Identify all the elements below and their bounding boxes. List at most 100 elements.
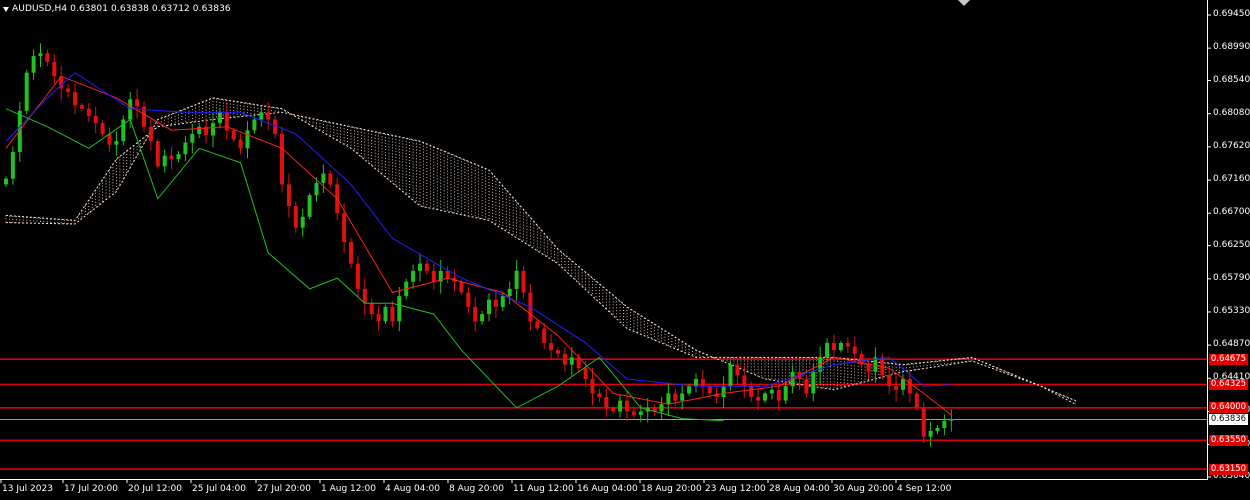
time-axis-label: 20 Jul 12:00	[128, 484, 182, 494]
candle	[914, 391, 919, 411]
time-axis-label: 27 Jul 20:00	[257, 484, 311, 494]
candle	[742, 364, 747, 399]
candle	[10, 146, 15, 185]
candle	[31, 49, 36, 80]
candle	[604, 388, 609, 417]
candle	[694, 373, 698, 393]
candle	[756, 388, 761, 410]
candle	[811, 364, 816, 402]
kijun-line	[5, 72, 952, 387]
candle	[38, 43, 43, 68]
candle	[721, 376, 726, 408]
candle	[832, 334, 836, 360]
horizontal-levels	[0, 358, 1208, 470]
current-price-tag: 0.63836	[1209, 414, 1248, 426]
cloud-span-b	[5, 97, 1076, 402]
level-tag: 0.64675	[1209, 353, 1248, 365]
candle	[4, 176, 8, 187]
time-axis-label: 4 Sep 12:00	[897, 484, 952, 494]
time-axis-label: 11 Aug 12:00	[513, 484, 574, 494]
time-axis-label: 8 Aug 20:00	[449, 484, 504, 494]
candle	[597, 388, 602, 403]
time-axis-label: 4 Aug 04:00	[385, 484, 440, 494]
candle	[79, 102, 84, 112]
candle	[804, 375, 809, 398]
candle	[424, 259, 429, 276]
candle	[659, 396, 664, 420]
candle	[273, 115, 278, 139]
candle	[93, 106, 98, 134]
time-axis-label: 25 Jul 04:00	[192, 484, 246, 494]
chart-title: AUDUSD,H4 0.63801 0.63838 0.63712 0.6383…	[3, 2, 231, 15]
price-axis-label: 0.68990	[1213, 42, 1250, 53]
candle	[666, 382, 671, 417]
candle	[259, 105, 264, 127]
candle	[838, 340, 843, 353]
candle	[383, 304, 388, 324]
candle	[45, 49, 50, 67]
price-axis-label: 0.68080	[1213, 107, 1250, 118]
candle	[935, 424, 940, 435]
candle	[859, 350, 864, 368]
time-axis-label: 18 Aug 20:00	[641, 484, 702, 494]
candle	[355, 256, 360, 297]
candle	[480, 311, 485, 325]
candle	[369, 298, 374, 320]
candle	[321, 164, 326, 193]
level-tag: 0.63550	[1209, 434, 1248, 446]
candle	[24, 69, 29, 115]
candle	[52, 54, 57, 85]
candle	[73, 83, 77, 115]
candle	[487, 293, 491, 322]
candle	[949, 409, 954, 432]
candle	[148, 118, 153, 151]
candle	[921, 402, 926, 443]
candle	[618, 394, 623, 418]
candle	[293, 201, 298, 233]
price-axis-label: 0.67160	[1213, 174, 1250, 185]
candle	[521, 266, 526, 298]
candle	[107, 127, 112, 152]
candle	[556, 347, 560, 358]
ohlc-values: 0.63801 0.63838 0.63712 0.63836	[70, 3, 231, 14]
candle	[397, 287, 402, 332]
candle	[514, 260, 519, 301]
candle	[894, 375, 899, 402]
candle	[142, 101, 146, 132]
candle	[376, 305, 381, 331]
price-axis-label: 0.65790	[1213, 272, 1250, 283]
candle	[100, 120, 105, 138]
candle	[238, 134, 243, 155]
price-axis-label: 0.68540	[1213, 74, 1250, 85]
time-axis-label: 17 Jul 20:00	[64, 484, 118, 494]
candle	[611, 405, 616, 414]
candle	[390, 301, 395, 328]
candle	[562, 347, 567, 372]
candle	[176, 151, 181, 163]
symbol-label: AUDUSD,H4	[12, 3, 68, 14]
time-axis-label: 30 Aug 20:00	[833, 484, 894, 494]
candle	[887, 368, 892, 395]
time-axis-label: 13 Jul 2023	[2, 484, 53, 494]
candle	[204, 119, 209, 144]
candle	[349, 238, 353, 268]
candle	[507, 281, 512, 305]
level-tag: 0.63150	[1209, 463, 1248, 475]
price-chart[interactable]	[0, 0, 1250, 500]
level-tag: 0.64000	[1209, 402, 1248, 414]
time-axis-label: 28 Aug 04:00	[769, 484, 830, 494]
candle	[466, 286, 471, 314]
candle	[197, 122, 202, 139]
shift-marker-icon[interactable]	[958, 0, 970, 6]
candle	[928, 421, 933, 447]
candle	[114, 131, 119, 156]
price-axis-label: 0.67620	[1213, 140, 1250, 151]
dropdown-icon[interactable]	[3, 6, 9, 12]
candle	[286, 173, 291, 218]
candle	[652, 403, 657, 416]
candle	[183, 136, 188, 162]
candle	[735, 357, 740, 384]
candle	[763, 391, 767, 403]
chikou-line	[5, 108, 724, 422]
candle	[217, 107, 222, 129]
